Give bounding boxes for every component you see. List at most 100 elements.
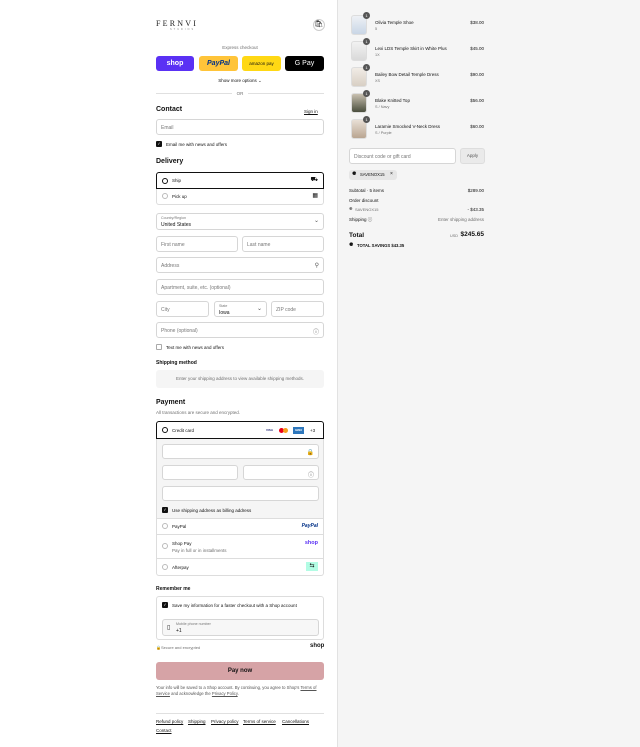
mastercard-icon xyxy=(279,427,290,434)
last-name-placeholder: Last name xyxy=(247,242,271,248)
state-select[interactable]: State Iowa ⌄ xyxy=(214,301,267,317)
paypal-label: PayPal xyxy=(172,524,187,529)
shop-logo: shop xyxy=(310,643,325,649)
country-label: Country/Region xyxy=(161,216,186,220)
legal-text: Your info will be saved to a Shop accoun… xyxy=(156,685,317,696)
paypal-radio[interactable] xyxy=(162,523,168,529)
credit-card-label: Credit card xyxy=(172,428,195,433)
card-number-field[interactable]: 🔒 xyxy=(162,444,319,459)
footer-link-contact[interactable]: Contact xyxy=(156,728,172,733)
privacy-link[interactable]: Privacy Policy xyxy=(212,691,238,696)
credit-card-option[interactable]: Credit card VISA AMEX +3 xyxy=(156,421,324,439)
order-discount-value: - $43.35 xyxy=(467,207,484,212)
pickup-radio[interactable] xyxy=(162,193,168,199)
help-icon[interactable]: ⓘ xyxy=(313,327,319,336)
amex-icon: AMEX xyxy=(293,427,304,434)
text-me-label: Text me with news and offers xyxy=(166,345,224,350)
email-field[interactable]: Email xyxy=(156,119,324,135)
product-variant: S / Purple xyxy=(375,131,392,135)
footer-link-privacy[interactable]: Privacy policy xyxy=(211,719,239,724)
cart-icon[interactable]: 🛍 xyxy=(313,19,325,31)
product-thumbnail: 1 xyxy=(351,90,370,113)
help-icon[interactable]: ⓘ xyxy=(308,470,314,479)
state-label: State xyxy=(219,304,228,308)
remove-discount-icon[interactable]: × xyxy=(390,171,393,177)
lock-icon: 🔒 xyxy=(306,450,314,456)
afterpay-option[interactable]: Afterpay ⇆ xyxy=(156,559,324,576)
total-value: $245.65 xyxy=(460,231,485,238)
newsletter-checkbox[interactable]: ✓ xyxy=(156,141,162,147)
quantity-badge: 1 xyxy=(363,116,370,123)
footer-link-refund[interactable]: Refund policy xyxy=(156,719,183,724)
product-price: $56.00 xyxy=(470,98,484,103)
save-info-checkbox[interactable]: ✓ xyxy=(162,602,168,608)
pay-now-button[interactable]: Pay now xyxy=(156,662,324,680)
product-variant: 1X xyxy=(375,53,380,57)
savings-value: $43.35 xyxy=(391,243,405,248)
order-discount-code: SAVENOX15 xyxy=(355,207,379,212)
name-on-card-field[interactable] xyxy=(162,486,319,501)
expiry-field[interactable] xyxy=(162,465,238,480)
store-logo[interactable]: FERNVI STUDIOS xyxy=(156,19,200,31)
text-me-checkbox[interactable] xyxy=(156,344,162,350)
apply-discount-button[interactable]: Apply xyxy=(460,148,485,164)
mobile-phone-field[interactable]: ▯ Mobile phone number +1 xyxy=(162,619,319,636)
sign-in-link[interactable]: Sign in xyxy=(304,109,318,114)
more-cards-label: +3 xyxy=(310,428,316,433)
subtotal-label: Subtotal · 5 items xyxy=(349,188,385,193)
mobile-value: +1 xyxy=(176,628,182,634)
visa-icon: VISA xyxy=(265,428,273,432)
footer-link-shipping[interactable]: Shipping xyxy=(188,719,206,724)
product-price: $38.00 xyxy=(470,20,484,25)
apartment-field[interactable]: Apartment, suite, etc. (optional) xyxy=(156,279,324,295)
email-placeholder: Email xyxy=(161,125,174,131)
secure-label: Secure and encrypted xyxy=(161,645,201,650)
pickup-option[interactable]: Pick up ▦ xyxy=(156,189,324,205)
afterpay-radio[interactable] xyxy=(162,564,168,570)
credit-card-radio[interactable] xyxy=(162,427,168,433)
city-field[interactable]: City xyxy=(156,301,209,317)
phone-field[interactable]: Phone (optional) ⓘ xyxy=(156,322,324,338)
billing-same-label: Use shipping address as billing address xyxy=(172,508,252,513)
shop-pay-option[interactable]: Shop Pay Pay in full or in installments … xyxy=(156,535,324,559)
country-select[interactable]: Country/Region United States ⌄ xyxy=(156,213,324,230)
remember-me-box: ✓ Save my information for a faster check… xyxy=(156,596,324,640)
paypal-button[interactable]: PayPal xyxy=(199,56,238,71)
first-name-field[interactable]: First name xyxy=(156,236,238,252)
quantity-badge: 1 xyxy=(363,90,370,97)
first-name-placeholder: First name xyxy=(161,242,185,248)
divider-left xyxy=(156,93,232,94)
store-icon: ▦ xyxy=(312,193,318,199)
logo-text: FERNVI xyxy=(156,19,199,28)
amazon-pay-button[interactable]: amazon pay xyxy=(242,56,281,71)
shop-pay-button[interactable]: shop xyxy=(156,56,194,71)
payment-subtitle: All transactions are secure and encrypte… xyxy=(156,410,241,415)
footer-link-terms[interactable]: Terms of service xyxy=(243,719,276,724)
tag-icon: ⚈ xyxy=(352,171,357,177)
billing-same-checkbox[interactable]: ✓ xyxy=(162,507,168,513)
product-thumbnail: 1 xyxy=(351,116,370,139)
discount-code-field[interactable]: Discount code or gift card xyxy=(349,148,456,164)
footer-divider xyxy=(156,713,324,714)
mobile-icon: ▯ xyxy=(167,625,171,631)
mobile-label: Mobile phone number xyxy=(176,622,211,626)
product-name: Olivia Temple Shoe xyxy=(375,20,414,25)
last-name-field[interactable]: Last name xyxy=(242,236,324,252)
address-field[interactable]: Address ⚲ xyxy=(156,257,324,273)
help-icon[interactable]: ⓘ xyxy=(368,217,373,222)
show-more-options[interactable]: Show more options ⌄ xyxy=(156,78,324,84)
shop-pay-radio[interactable] xyxy=(162,543,168,549)
google-pay-button[interactable]: G Pay xyxy=(285,56,324,71)
quantity-badge: 1 xyxy=(363,64,370,71)
security-code-field[interactable]: ⓘ xyxy=(243,465,319,480)
zip-field[interactable]: ZIP code xyxy=(271,301,324,317)
country-value: United States xyxy=(161,222,192,228)
pickup-label: Pick up xyxy=(172,194,187,199)
footer-link-cancellations[interactable]: Cancellations xyxy=(282,719,309,724)
paypal-option[interactable]: PayPal PayPal xyxy=(156,519,324,535)
ship-radio[interactable] xyxy=(162,178,168,184)
tag-icon: ⚈ xyxy=(349,206,353,211)
ship-option[interactable]: Ship ⛟ xyxy=(156,172,324,189)
paypal-logo-icon: PayPal xyxy=(301,523,318,529)
shipping-label: Shipping ⓘ xyxy=(349,217,372,223)
